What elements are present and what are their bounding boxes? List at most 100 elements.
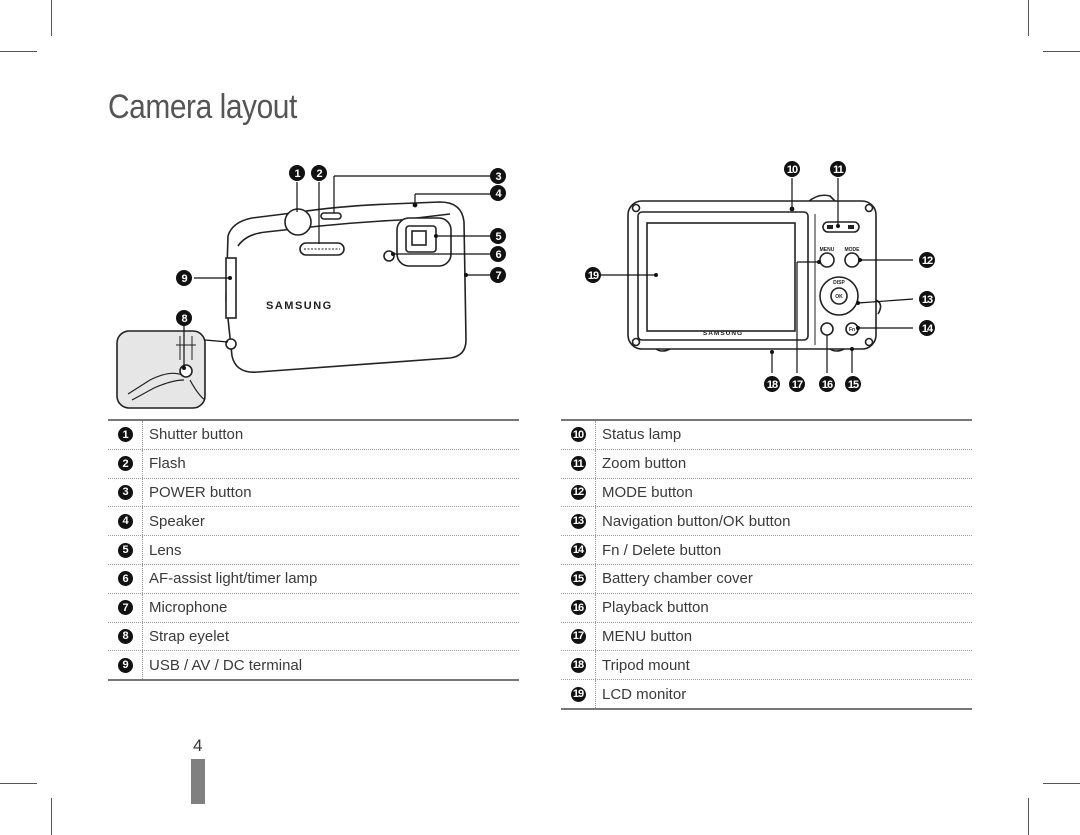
disp-label: DISP	[833, 280, 845, 286]
strap-eyelet-shape	[225, 338, 237, 350]
row-number-cell: 3	[108, 478, 143, 507]
page-tab-marker	[191, 759, 205, 804]
part-label: Strap eyelet	[149, 627, 230, 645]
callout-badge: 13	[919, 291, 935, 307]
callout-number: 17	[792, 379, 803, 391]
callout-number-badge: 3	[117, 484, 133, 500]
row-number-cell: 10	[561, 421, 596, 449]
row-number-cell: 2	[108, 449, 143, 478]
part-label: Microphone	[149, 599, 228, 617]
table-row: 19 LCD monitor	[561, 680, 972, 708]
row-number-cell: 19	[561, 680, 596, 708]
row-number-cell: 8	[108, 622, 143, 651]
page-number: 4	[193, 736, 203, 755]
callout-number: 5	[495, 231, 501, 243]
row-number-cell: 18	[561, 651, 596, 680]
callout-badge: 19	[585, 267, 601, 283]
callout-number-badge: 7	[117, 600, 133, 616]
callout-badge: 9	[176, 270, 192, 286]
table-row: 3 POWER button	[108, 478, 519, 508]
callout-number-badge: 15	[570, 571, 586, 587]
crop-mark-bottom-left-v	[51, 798, 52, 835]
callout-badge: 4	[490, 185, 506, 201]
callout-number: 3	[495, 171, 501, 183]
callout-number-badge: 10	[570, 427, 586, 443]
part-label: Shutter button	[149, 426, 244, 444]
callout-number-badge: 19	[570, 686, 586, 702]
callout-badge: 8	[176, 310, 192, 326]
part-label: Speaker	[149, 512, 205, 530]
fn-label: Fn	[849, 327, 855, 333]
mode-button-shape	[844, 252, 860, 268]
row-number-cell: 15	[561, 564, 596, 593]
callout-badge: 6	[490, 246, 506, 262]
row-number-cell: 16	[561, 593, 596, 622]
callout-number: 19	[588, 270, 599, 282]
row-number-cell: 6	[108, 564, 143, 593]
part-label: Battery chamber cover	[602, 570, 753, 588]
ok-label: OK	[835, 294, 843, 300]
table-row: 6 AF-assist light/timer lamp	[108, 564, 519, 594]
table-row: 16 Playback button	[561, 593, 972, 623]
part-label: MODE button	[602, 483, 693, 501]
table-row: 7 Microphone	[108, 593, 519, 623]
table-row: 11 Zoom button	[561, 449, 972, 479]
terminal-cover-shape	[225, 257, 237, 319]
camera-diagrams: SAMSUNG MENU MODE DISP OK Fn SAMSUNG 1 2…	[116, 161, 935, 409]
table-row: 18 Tripod mount	[561, 651, 972, 681]
callout-badge: 18	[764, 376, 780, 392]
callout-number-badge: 1	[117, 427, 133, 443]
callout-number-badge: 14	[570, 542, 586, 558]
front-brand-logo: SAMSUNG	[266, 300, 333, 312]
part-label: LCD monitor	[602, 685, 687, 703]
callout-number: 8	[181, 313, 187, 325]
table-row: 12 MODE button	[561, 478, 972, 508]
part-label: USB / AV / DC terminal	[149, 656, 303, 674]
callout-number-badge: 11	[570, 456, 586, 472]
part-label: Flash	[149, 455, 186, 473]
callout-number: 6	[495, 249, 501, 261]
callout-badge: 17	[789, 376, 805, 392]
callout-badge: 15	[845, 376, 861, 392]
crop-mark-bottom-right-h	[1043, 783, 1080, 784]
callout-badge: 16	[819, 376, 835, 392]
callout-badge: 3	[490, 168, 506, 184]
row-number-cell: 1	[108, 421, 143, 449]
callout-number: 1	[294, 168, 300, 180]
playback-button-shape	[820, 322, 834, 336]
row-number-cell: 5	[108, 536, 143, 564]
callout-number: 7	[495, 270, 501, 282]
callout-badge: 1	[289, 165, 305, 181]
callout-badge: 10	[784, 161, 800, 177]
callout-number: 10	[787, 164, 798, 176]
callout-number-badge: 18	[570, 657, 586, 673]
crop-mark-bottom-right-v	[1028, 798, 1029, 835]
callout-number-badge: 16	[570, 600, 586, 616]
table-row: 13 Navigation button/OK button	[561, 507, 972, 537]
row-number-cell: 17	[561, 622, 596, 651]
part-label: Status lamp	[602, 426, 682, 444]
lcd-monitor-shape	[646, 222, 796, 332]
callout-badge: 14	[919, 320, 935, 336]
callout-number-badge: 8	[117, 628, 133, 644]
callout-number: 9	[181, 273, 187, 285]
callout-badge: 5	[490, 228, 506, 244]
callout-number: 2	[316, 168, 322, 180]
callout-number: 12	[922, 255, 933, 267]
row-number-cell: 4	[108, 507, 143, 536]
menu-label: MENU	[820, 247, 835, 253]
part-label: Navigation button/OK button	[602, 512, 791, 530]
callout-badge: 12	[919, 252, 935, 268]
back-parts-table: 10 Status lamp 11 Zoom button 12 MODE button 1…	[561, 419, 972, 710]
callout-number: 18	[767, 379, 778, 391]
callout-number-badge: 5	[117, 542, 133, 558]
menu-button-shape	[819, 252, 835, 268]
part-label: Zoom button	[602, 455, 687, 473]
table-row: 5 Lens	[108, 536, 519, 565]
row-number-cell: 13	[561, 507, 596, 536]
table-row: 15 Battery chamber cover	[561, 564, 972, 594]
callout-number: 13	[922, 294, 933, 306]
table-row: 17 MENU button	[561, 622, 972, 652]
callout-number: 16	[822, 379, 833, 391]
callout-badge: 11	[830, 161, 846, 177]
